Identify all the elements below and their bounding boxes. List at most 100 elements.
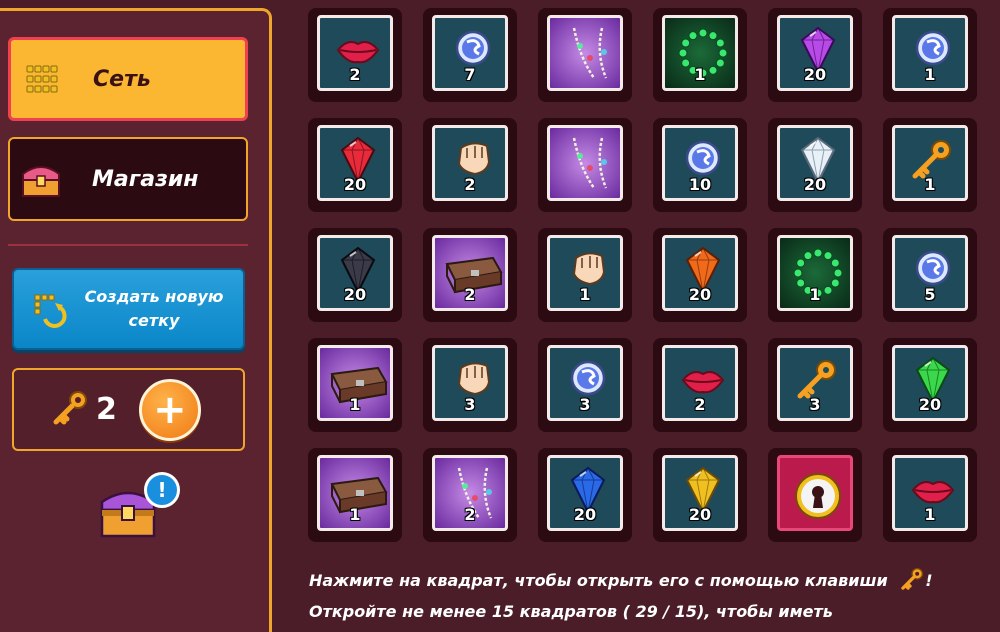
item-quantity: 20 — [688, 285, 712, 304]
item-quantity: 2 — [464, 285, 476, 304]
grid-cell[interactable]: 3 — [538, 338, 632, 432]
grid-cell[interactable]: 20 — [653, 448, 747, 542]
grid-tile[interactable] — [777, 455, 853, 531]
grid-tile[interactable]: 20 — [892, 345, 968, 421]
item-quantity: 1 — [694, 65, 706, 84]
grid-cell[interactable]: 2 — [423, 118, 517, 212]
grid-cell[interactable]: 7 — [423, 8, 517, 102]
grid-cell[interactable]: 20 — [308, 118, 402, 212]
grid-tile[interactable]: 20 — [317, 235, 393, 311]
grid-cell[interactable]: 1 — [653, 8, 747, 102]
item-quantity: 1 — [924, 175, 936, 194]
grid-cell[interactable]: 2 — [653, 338, 747, 432]
grid-tile[interactable]: 3 — [777, 345, 853, 421]
grid-cell[interactable]: 1 — [883, 8, 977, 102]
grid-tile[interactable]: 1 — [892, 15, 968, 91]
nav-shop-label: Магазин — [92, 166, 199, 192]
grid-tile[interactable]: 20 — [777, 15, 853, 91]
grid-tile[interactable]: 3 — [432, 345, 508, 421]
grid-cell[interactable]: 20 — [538, 448, 632, 542]
item-quantity: 2 — [694, 395, 706, 414]
grid-tile[interactable]: 5 — [892, 235, 968, 311]
key-icon — [50, 388, 90, 432]
item-quantity: 7 — [464, 65, 476, 84]
item-quantity: 20 — [688, 505, 712, 524]
instruction-suffix: ! — [925, 571, 933, 590]
grid-cell[interactable]: 20 — [653, 228, 747, 322]
grid-tile[interactable]: 1 — [892, 455, 968, 531]
chest-reward[interactable]: ! — [96, 472, 186, 542]
grid-cell[interactable]: 3 — [423, 338, 517, 432]
grid-tile[interactable] — [547, 15, 623, 91]
grid-tile[interactable]: 20 — [662, 455, 738, 531]
grid-icon — [11, 64, 73, 94]
grid-tile[interactable]: 2 — [432, 125, 508, 201]
item-quantity: 20 — [573, 505, 597, 524]
grid-tile[interactable]: 2 — [432, 455, 508, 531]
item-quantity: 2 — [464, 175, 476, 194]
grid-tile[interactable]: 20 — [547, 455, 623, 531]
necklace-icon — [572, 27, 608, 79]
grid-cell[interactable]: 1 — [308, 448, 402, 542]
keys-count: 2 — [96, 392, 117, 427]
add-keys-button[interactable]: + — [138, 378, 201, 441]
grid-tile[interactable]: 1 — [317, 345, 393, 421]
create-grid-label: Создать новую сетку — [84, 287, 224, 330]
grid-cell[interactable]: 1 — [768, 228, 862, 322]
item-quantity: 1 — [349, 505, 361, 524]
grid-cell[interactable]: 20 — [308, 228, 402, 322]
item-quantity: 1 — [809, 285, 821, 304]
grid-cell[interactable]: 1 — [883, 118, 977, 212]
grid-cell[interactable]: 3 — [768, 338, 862, 432]
grid-tile[interactable]: 20 — [662, 235, 738, 311]
grid-cell[interactable]: 20 — [768, 118, 862, 212]
keys-panel: 2 + — [12, 368, 245, 451]
grid-tile[interactable]: 2 — [432, 235, 508, 311]
item-quantity: 3 — [809, 395, 821, 414]
grid-tile[interactable] — [547, 125, 623, 201]
item-quantity: 1 — [579, 285, 591, 304]
item-quantity: 1 — [349, 395, 361, 414]
grid-cell[interactable]: 2 — [308, 8, 402, 102]
grid-cell[interactable]: 1 — [883, 448, 977, 542]
grid-tile[interactable]: 7 — [432, 15, 508, 91]
item-quantity: 1 — [924, 65, 936, 84]
grid-cell[interactable] — [538, 118, 632, 212]
grid-tile[interactable]: 1 — [662, 15, 738, 91]
grid-tile[interactable]: 20 — [317, 125, 393, 201]
create-grid-button[interactable]: Создать новую сетку — [12, 268, 245, 350]
grid-tile[interactable]: 2 — [317, 15, 393, 91]
item-quantity: 20 — [803, 175, 827, 194]
item-quantity: 1 — [924, 505, 936, 524]
sidebar-divider — [8, 244, 248, 246]
nav-shop-button[interactable]: Магазин — [8, 137, 248, 221]
grid-cell[interactable]: 2 — [423, 448, 517, 542]
grid-tile[interactable]: 1 — [317, 455, 393, 531]
grid-cell[interactable]: 20 — [883, 338, 977, 432]
item-quantity: 2 — [464, 505, 476, 524]
grid-tile[interactable]: 1 — [547, 235, 623, 311]
grid-cell[interactable]: 2 — [423, 228, 517, 322]
nav-grid-button[interactable]: Сеть — [8, 37, 248, 121]
notification-badge: ! — [144, 472, 180, 508]
item-quantity: 20 — [343, 175, 367, 194]
item-quantity: 20 — [918, 395, 942, 414]
grid-cell[interactable]: 10 — [653, 118, 747, 212]
item-quantity: 2 — [349, 65, 361, 84]
grid-cell[interactable] — [538, 8, 632, 102]
instruction-text-1: Нажмите на квадрат, чтобы открыть его с … — [309, 571, 888, 590]
locked-icon — [795, 473, 841, 519]
grid-cell[interactable]: 1 — [538, 228, 632, 322]
item-quantity: 3 — [464, 395, 476, 414]
grid-tile[interactable]: 20 — [777, 125, 853, 201]
grid-tile[interactable]: 3 — [547, 345, 623, 421]
plus-icon: + — [153, 386, 187, 433]
grid-tile[interactable]: 1 — [892, 125, 968, 201]
grid-tile[interactable]: 1 — [777, 235, 853, 311]
grid-cell[interactable]: 5 — [883, 228, 977, 322]
grid-tile[interactable]: 10 — [662, 125, 738, 201]
grid-cell[interactable]: 1 — [308, 338, 402, 432]
grid-tile[interactable]: 2 — [662, 345, 738, 421]
grid-cell[interactable] — [768, 448, 862, 542]
grid-cell[interactable]: 20 — [768, 8, 862, 102]
